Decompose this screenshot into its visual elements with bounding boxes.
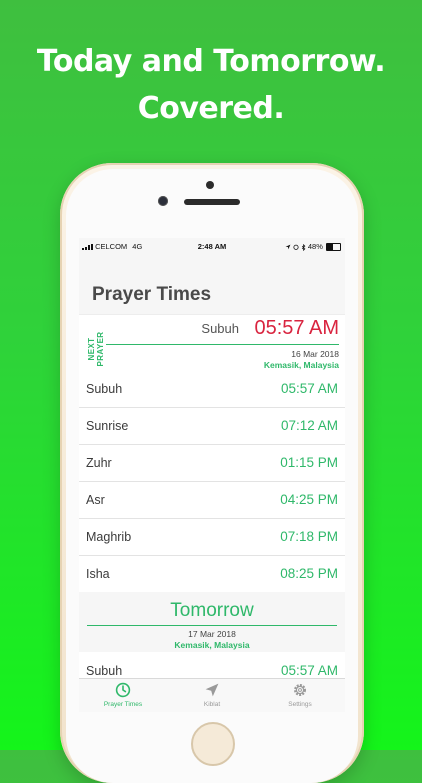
tab-label: Kiblat <box>203 701 221 708</box>
prayer-name: Subuh <box>86 382 123 396</box>
prayer-row[interactable]: Isha 08:25 PM <box>79 556 345 592</box>
tab-label: Settings <box>288 701 312 708</box>
location-services-icon <box>285 244 291 250</box>
status-bar: CELCOM 4G 2:48 AM 48% <box>79 238 345 254</box>
prayer-name: Zuhr <box>86 456 112 470</box>
next-prayer-card: NEXT PRAYER Subuh 05:57 AM 16 Mar 2018 Ke… <box>79 314 345 371</box>
gear-icon <box>294 684 306 696</box>
bluetooth-icon <box>301 243 306 251</box>
prayer-row[interactable]: Subuh 05:57 AM <box>79 371 345 408</box>
prayer-name: Isha <box>86 567 110 581</box>
prayer-row[interactable]: Maghrib 07:18 PM <box>79 519 345 556</box>
next-prayer-time: 05:57 AM <box>254 317 339 339</box>
tomorrow-title: Tomorrow <box>170 600 254 621</box>
prayer-name: Subuh <box>86 664 123 678</box>
prayer-time: 05:57 AM <box>280 381 338 396</box>
battery-icon <box>326 243 341 252</box>
prayer-time: 01:15 PM <box>280 455 338 470</box>
tab-label: Prayer Times <box>103 701 143 708</box>
next-prayer-label: NEXT PRAYER <box>87 331 105 367</box>
headline-line-1: Today and Tomorrow. <box>36 44 386 79</box>
divider <box>87 625 337 626</box>
prayer-row[interactable]: Zuhr 01:15 PM <box>79 445 345 482</box>
alarm-icon <box>293 244 299 250</box>
battery-percent: 48% <box>307 242 323 251</box>
prayer-row[interactable]: Asr 04:25 PM <box>79 482 345 519</box>
page-title: Prayer Times <box>92 284 212 305</box>
earpiece-speaker <box>184 199 240 205</box>
headline-line-2: Covered. <box>137 91 285 126</box>
divider <box>106 344 339 345</box>
next-prayer-date: 16 Mar 2018 <box>291 349 339 359</box>
tab-prayer-times[interactable]: Prayer Times <box>79 679 167 712</box>
prayer-name: Asr <box>86 493 105 507</box>
prayer-time: 07:12 AM <box>280 418 338 433</box>
front-camera <box>158 196 168 206</box>
location-arrow-icon <box>205 683 219 697</box>
tomorrow-date: 17 Mar 2018 <box>188 629 236 639</box>
tomorrow-location: Kemasik, Malaysia <box>174 640 250 650</box>
prayer-name: Maghrib <box>86 530 132 544</box>
prayer-name: Sunrise <box>86 419 129 433</box>
tab-kiblat[interactable]: Kiblat <box>168 679 256 712</box>
home-button[interactable] <box>191 722 235 766</box>
tab-settings[interactable]: Settings <box>256 679 344 712</box>
prayer-time: 07:18 PM <box>280 529 338 544</box>
prayer-time: 04:25 PM <box>280 492 338 507</box>
prayer-row[interactable]: Sunrise 07:12 AM <box>79 408 345 445</box>
today-prayer-list: Subuh 05:57 AM Sunrise 07:12 AM Zuhr 01:… <box>79 371 345 592</box>
tab-bar: Prayer Times Kiblat Settings <box>79 678 345 712</box>
prayer-time: 08:25 PM <box>280 566 338 581</box>
proximity-sensor <box>206 181 214 189</box>
next-prayer-name: Subuh <box>201 321 239 336</box>
tomorrow-header: Tomorrow 17 Mar 2018 Kemasik, Malaysia <box>79 592 345 652</box>
app-screen: CELCOM 4G 2:48 AM 48% Prayer Times NEXT P… <box>79 238 345 712</box>
clock-icon <box>115 682 131 698</box>
next-prayer-location: Kemasik, Malaysia <box>263 360 339 370</box>
status-right: 48% <box>285 242 341 252</box>
prayer-time: 05:57 AM <box>280 663 338 678</box>
